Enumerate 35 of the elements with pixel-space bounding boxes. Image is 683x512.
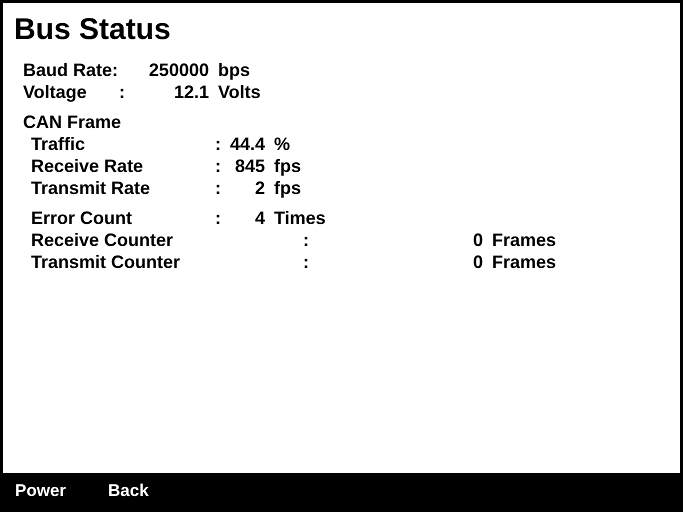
field-unit: Frames: [492, 251, 556, 273]
field-unit: Times: [274, 207, 326, 229]
field-value: 0: [472, 251, 483, 273]
separator-colon: :: [303, 251, 309, 273]
field-label: Voltage: [23, 82, 87, 102]
field-label: Traffic: [31, 134, 86, 154]
screen-title: Bus Status: [14, 12, 171, 48]
field-label: Error Count: [31, 208, 132, 228]
field-unit: fps: [274, 155, 301, 177]
field-label: Baud Rate:: [23, 60, 118, 80]
separator-colon: :: [303, 229, 309, 251]
field-unit: %: [274, 133, 290, 155]
separator-colon: :: [215, 177, 221, 199]
field-value: 0: [472, 229, 483, 251]
field-label: Transmit Rate: [31, 178, 150, 198]
field-value: 4: [254, 207, 265, 229]
field-unit: fps: [274, 177, 301, 199]
field-value: 12.1: [174, 81, 209, 103]
softkey-button[interactable]: Power: [15, 478, 66, 504]
softkey-button[interactable]: Back: [108, 478, 149, 504]
field-label: Transmit Counter: [31, 252, 180, 272]
field-value: 250000: [148, 59, 209, 81]
separator-colon: :: [215, 133, 221, 155]
field-value: 2: [254, 177, 265, 199]
separator-colon: :: [119, 81, 125, 103]
field-unit: Volts: [218, 81, 261, 103]
separator-colon: :: [215, 155, 221, 177]
field-unit: bps: [218, 59, 250, 81]
field-value: 845: [234, 155, 265, 177]
separator-colon: :: [215, 207, 221, 229]
field-label: Receive Counter: [31, 230, 174, 250]
field-label: Receive Rate: [31, 156, 144, 176]
field-value: 44.4: [230, 133, 265, 155]
section-heading: CAN Frame: [23, 111, 122, 133]
field-unit: Frames: [492, 229, 556, 251]
